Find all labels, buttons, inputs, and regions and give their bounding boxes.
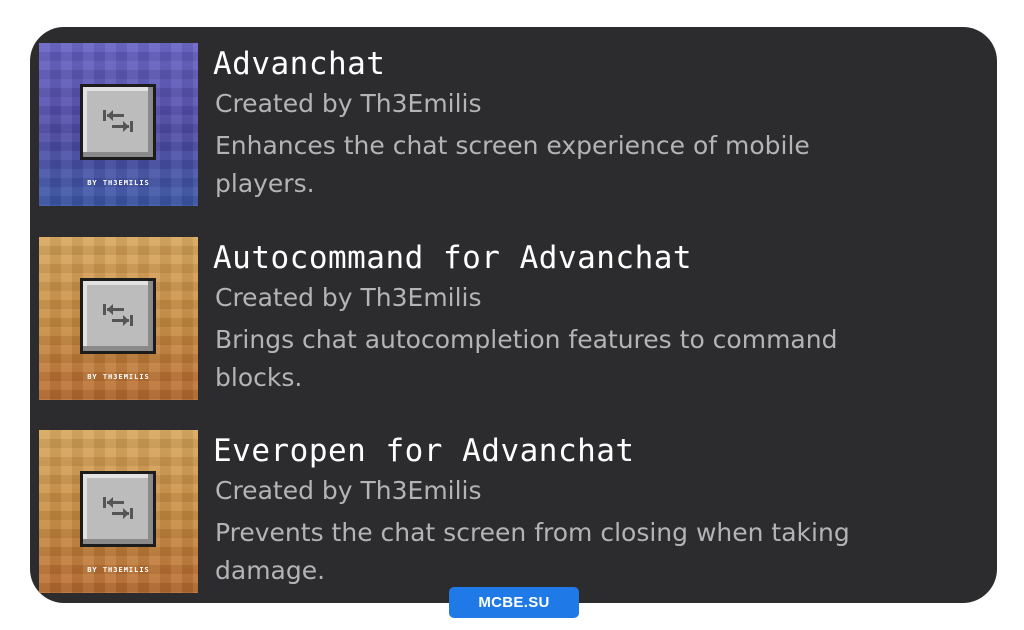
pack-thumbnail: BY TH3EMILIS [39,43,198,206]
pack-author: Created by Th3Emilis [215,476,482,505]
tab-key-icon [80,278,156,354]
pack-thumbnail: BY TH3EMILIS [39,237,198,400]
pack-author: Created by Th3Emilis [215,283,482,312]
pack-list-panel: BY TH3EMILIS Advanchat Created by Th3Emi… [30,27,997,603]
pack-description: Enhances the chat screen experience of m… [215,131,810,198]
pack-title: Autocommand for Advanchat [213,240,693,276]
thumbnail-byline: BY TH3EMILIS [87,373,150,381]
thumbnail-byline: BY TH3EMILIS [87,566,150,574]
pack-thumbnail: BY TH3EMILIS [39,430,198,593]
watermark-badge: MCBE.SU [449,587,579,618]
pack-author: Created by Th3Emilis [215,89,482,118]
pack-item-advanchat[interactable]: BY TH3EMILIS Advanchat Created by Th3Emi… [30,41,997,219]
thumbnail-byline: BY TH3EMILIS [87,179,150,187]
pack-description: Brings chat autocompletion features to c… [215,325,838,392]
tab-key-icon [80,471,156,547]
pack-item-autocommand[interactable]: BY TH3EMILIS Autocommand for Advanchat C… [30,235,997,413]
pack-title: Everopen for Advanchat [213,433,635,469]
pack-description: Prevents the chat screen from closing wh… [215,518,850,585]
tab-key-icon [80,84,156,160]
pack-item-everopen[interactable]: BY TH3EMILIS Everopen for Advanchat Crea… [30,428,997,603]
pack-title: Advanchat [213,46,386,82]
